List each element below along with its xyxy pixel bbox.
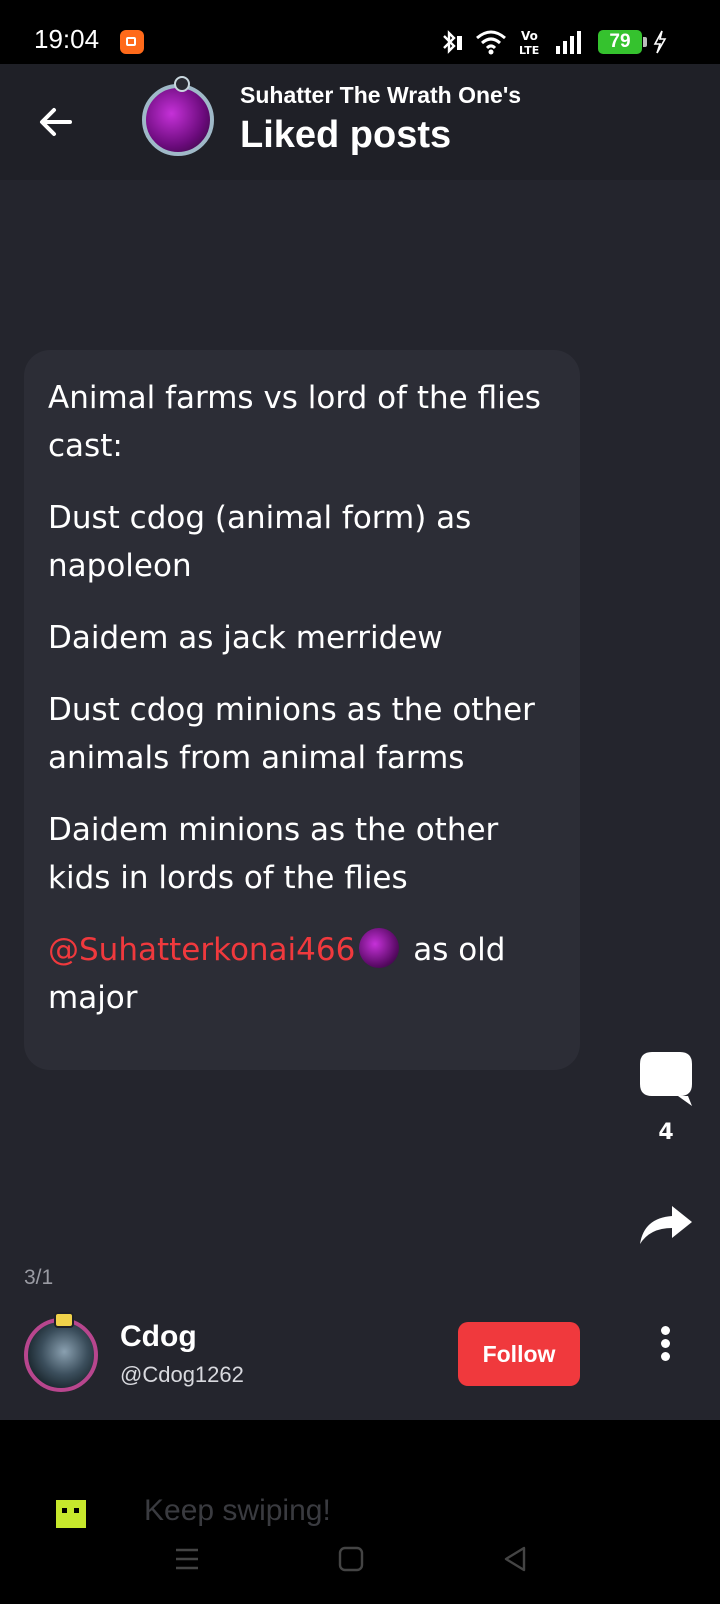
author-handle[interactable]: @Cdog1262 [120,1362,244,1388]
post-pager: 3/1 [24,1266,54,1289]
charging-bolt-icon [652,30,668,58]
follow-button[interactable]: Follow [458,1322,580,1386]
status-bar: 19:04 Vo LTE 79 [0,0,720,64]
profile-avatar[interactable] [142,76,214,156]
post-paragraph: Dust cdog minions as the other animals f… [48,692,535,776]
screen-record-icon [120,30,144,54]
nav-home-icon[interactable] [338,1546,364,1576]
battery-icon: 79 [598,30,647,54]
post-paragraph: Daidem as jack merridew [48,620,443,656]
volte-top-text: Vo [521,29,538,43]
volte-bottom-text: LTE [519,44,539,56]
dot [661,1339,670,1348]
signal-icon [554,28,584,56]
post-paragraph: Daidem minions as the other kids in lord… [48,812,499,896]
bluetooth-icon [438,28,464,56]
post-body: Animal farms vs lord of the flies cast: … [48,374,568,1046]
keep-swiping-text: Keep swiping! [144,1494,331,1527]
mention-avatar [359,928,400,968]
dot [661,1326,670,1335]
status-time: 19:04 [34,24,100,54]
post-paragraph: Animal farms vs lord of the flies cast: [48,380,541,464]
battery-level: 79 [609,31,631,52]
swipe-mascot-icon [56,1500,86,1528]
share-icon[interactable] [638,1204,694,1248]
page-title: Liked posts [240,114,452,156]
bottom-area [0,1420,720,1604]
nav-menu-icon[interactable] [174,1546,200,1576]
post-mention-paragraph: @Suhatterkonai466 as old major [48,926,568,1022]
user-mention-link[interactable]: @Suhatterkonai466 [48,932,355,968]
author-name[interactable]: Cdog [120,1320,197,1354]
nav-back-icon[interactable] [502,1546,528,1576]
wifi-icon [474,28,508,56]
more-options-icon[interactable] [652,1324,680,1364]
post-paragraph: Dust cdog (animal form) as napoleon [48,500,472,584]
comment-count: 4 [658,1120,674,1145]
volte-icon: Vo LTE [518,28,544,56]
post-card[interactable]: Animal farms vs lord of the flies cast: … [24,350,580,1070]
comment-icon[interactable] [638,1050,694,1110]
status-icons: Vo LTE [438,28,584,56]
author-avatar[interactable] [24,1312,98,1392]
header-subtitle: Suhatter The Wrath One's [240,82,522,108]
dot [661,1352,670,1361]
back-arrow-icon[interactable] [36,102,76,142]
